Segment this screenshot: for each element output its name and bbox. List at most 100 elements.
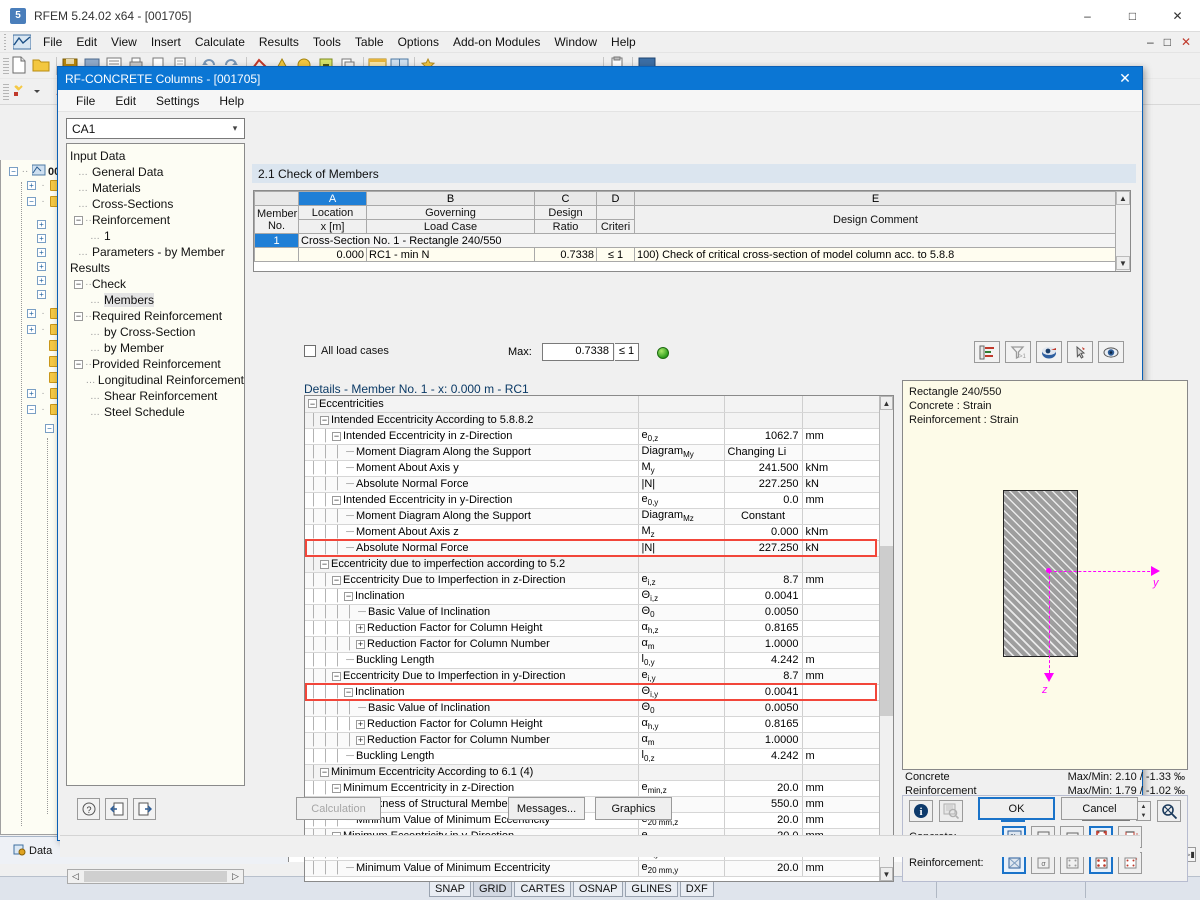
- details-row[interactable]: │ │ │ ─ Buckling Length l0,z 4.242 m: [305, 748, 880, 765]
- maximize-button[interactable]: □: [1110, 0, 1155, 32]
- details-scroll-thumb[interactable]: [880, 546, 893, 716]
- menu-edit[interactable]: Edit: [69, 33, 104, 51]
- dialog-close-button[interactable]: ✕: [1112, 68, 1138, 89]
- tree-toggle-icon[interactable]: −: [74, 215, 83, 225]
- details-toggle-icon[interactable]: +: [356, 735, 365, 745]
- details-row[interactable]: │ │ − Eccentricity Due to Imperfection in y…: [305, 668, 880, 685]
- nav-item-parameters-by-member[interactable]: … Parameters - by Member: [70, 244, 244, 260]
- import-icon[interactable]: [105, 798, 128, 820]
- export-icon[interactable]: [133, 798, 156, 820]
- nav-item-longitudinal-reinforcement[interactable]: … Longitudinal Reinforcement: [70, 372, 244, 388]
- tree-collapse-12-icon[interactable]: −: [27, 405, 36, 414]
- nav-item-results[interactable]: Results: [70, 260, 244, 276]
- project-navigator-tree[interactable]: − ·· 00 + · − · + + + + + + + · + · + · − · −: [0, 160, 63, 835]
- nav-item-members[interactable]: … Members: [70, 292, 244, 308]
- details-row[interactable]: │ │ − Eccentricity Due to Imperfection in z…: [305, 572, 880, 589]
- tree-toggle-icon[interactable]: −: [74, 279, 83, 289]
- dialog-menu-help[interactable]: Help: [211, 92, 252, 110]
- grid-letter-d[interactable]: D: [596, 191, 635, 206]
- nav-tree-hscrollbar[interactable]: ◁ ▷: [67, 869, 244, 884]
- menu-help[interactable]: Help: [604, 33, 643, 51]
- checkbox-box[interactable]: [304, 345, 316, 357]
- details-row[interactable]: │ │ │ │ + Reduction Factor for Column Number α…: [305, 636, 880, 653]
- all-load-cases-checkbox[interactable]: All load cases: [304, 345, 389, 357]
- calculation-button[interactable]: Calculation: [296, 797, 381, 820]
- grid-letter-c[interactable]: C: [534, 191, 597, 206]
- mdi-restore-icon[interactable]: □: [1159, 35, 1176, 49]
- details-toggle-icon[interactable]: +: [356, 719, 365, 729]
- status-grid[interactable]: GRID: [472, 880, 513, 897]
- details-row[interactable]: │ − Minimum Eccentricity According to 6.1 …: [305, 764, 880, 781]
- help-icon[interactable]: ?: [77, 798, 100, 820]
- details-row[interactable]: │ − Eccentricity due to imperfection accor…: [305, 556, 880, 573]
- toolbar-grip-icon[interactable]: [2, 34, 10, 50]
- menu-window[interactable]: Window: [547, 33, 604, 51]
- menu-tools[interactable]: Tools: [306, 33, 348, 51]
- grid-vscrollbar[interactable]: ▲ ▼: [1115, 191, 1130, 271]
- nav-item-1[interactable]: … 1: [70, 228, 244, 244]
- nav-item-required-reinforcement[interactable]: − ·· Required Reinforcement: [70, 308, 244, 324]
- new-file-icon[interactable]: [10, 56, 30, 76]
- details-toggle-icon[interactable]: −: [320, 415, 329, 425]
- chevron-down-icon[interactable]: ▾: [226, 123, 244, 134]
- dropdown-arrow-icon[interactable]: [32, 82, 52, 102]
- menu-calculate[interactable]: Calculate: [188, 33, 252, 51]
- nav-scroll-left-icon[interactable]: ◁: [68, 871, 83, 882]
- dialog-menu-settings[interactable]: Settings: [148, 92, 207, 110]
- menu-table[interactable]: Table: [348, 33, 391, 51]
- cross-section-graphic[interactable]: Rectangle 240/550 Concrete : Strain Rein…: [902, 380, 1188, 770]
- details-toggle-icon[interactable]: +: [356, 623, 365, 633]
- rfem-module-icon[interactable]: [11, 33, 33, 52]
- details-row[interactable]: │ │ │ ─ Minimum Value of Minimum Eccentricit…: [305, 860, 880, 877]
- tree-expand-3-icon[interactable]: +: [37, 220, 46, 229]
- toolbar-grip2-icon[interactable]: [3, 57, 9, 74]
- grid-letter-e[interactable]: E: [634, 191, 1117, 206]
- cancel-button[interactable]: Cancel: [1061, 797, 1138, 820]
- details-scroll-up-icon[interactable]: ▲: [880, 396, 893, 410]
- status-dxf[interactable]: DXF: [679, 880, 714, 897]
- details-row[interactable]: │ │ │ │ + Reduction Factor for Column Height α…: [305, 620, 880, 637]
- filter-icon[interactable]: >1: [1005, 341, 1031, 363]
- nav-scroll-thumb[interactable]: [84, 871, 227, 882]
- tree-toggle-icon[interactable]: −: [74, 359, 83, 369]
- details-scroll-down-icon[interactable]: ▼: [880, 867, 893, 881]
- status-snap[interactable]: SNAP: [429, 880, 471, 897]
- menu-view[interactable]: View: [104, 33, 144, 51]
- mdi-minimize-icon[interactable]: –: [1142, 35, 1159, 49]
- details-row[interactable]: │ │ − Intended Eccentricity in y-Direction e…: [305, 492, 880, 509]
- nav-item-general-data[interactable]: … General Data: [70, 164, 244, 180]
- menu-addon-modules[interactable]: Add-on Modules: [446, 33, 547, 51]
- zoom-reset-icon[interactable]: [1157, 800, 1181, 822]
- details-toggle-icon[interactable]: +: [356, 639, 365, 649]
- tree-collapse-13-icon[interactable]: −: [45, 424, 54, 433]
- check-of-members-grid[interactable]: A B C D E Member No. Location Governing: [253, 190, 1131, 272]
- table-row[interactable]: 0.000 RC1 - min N 0.7338 ≤ 1 100) Check …: [254, 247, 1117, 262]
- tree-expand-6-icon[interactable]: +: [37, 262, 46, 271]
- nav-item-steel-schedule[interactable]: … Steel Schedule: [70, 404, 244, 420]
- details-row[interactable]: │ │ │ ─ Absolute Normal Force |N| 227.250 kN: [305, 476, 880, 493]
- case-selector-combo[interactable]: CA1 ▾: [66, 118, 245, 139]
- nav-item-by-cross-section[interactable]: … by Cross-Section: [70, 324, 244, 340]
- tree-collapse-2-icon[interactable]: −: [27, 197, 36, 206]
- grid-scroll-down-icon[interactable]: ▼: [1116, 256, 1130, 270]
- graphics-button[interactable]: Graphics: [595, 797, 672, 820]
- details-row[interactable]: │ │ │ ─ Moment Diagram Along the Support Diag…: [305, 444, 880, 461]
- view-tab-data[interactable]: Data: [6, 843, 59, 859]
- menu-options[interactable]: Options: [391, 33, 446, 51]
- tree-expand-5-icon[interactable]: +: [37, 248, 46, 257]
- menu-results[interactable]: Results: [252, 33, 306, 51]
- details-row[interactable]: − Eccentricities: [305, 396, 880, 413]
- details-row[interactable]: │ │ │ − Inclination Θi,z 0.0041: [305, 588, 880, 605]
- details-toggle-icon[interactable]: −: [332, 575, 341, 585]
- details-row[interactable]: │ │ │ ─ Buckling Length l0,y 4.242 m: [305, 652, 880, 669]
- nav-item-shear-reinforcement[interactable]: … Shear Reinforcement: [70, 388, 244, 404]
- eye-icon[interactable]: [1098, 341, 1124, 363]
- details-row[interactable]: │ │ │ │ + Reduction Factor for Column Number α…: [305, 732, 880, 749]
- details-toggle-icon[interactable]: −: [320, 767, 329, 777]
- details-row[interactable]: │ │ │ │ ─ Basic Value of Inclination Θ0 0.0050: [305, 700, 880, 717]
- details-row[interactable]: │ │ │ ─ Moment About Axis z Mz 0.000 kNm: [305, 524, 880, 541]
- chart-bars-icon[interactable]: [974, 341, 1000, 363]
- details-row[interactable]: │ │ │ │ ─ Basic Value of Inclination Θ0 0.0050: [305, 604, 880, 621]
- tree-expand-7-icon[interactable]: +: [37, 276, 46, 285]
- nav-item-reinforcement[interactable]: − ·· Reinforcement: [70, 212, 244, 228]
